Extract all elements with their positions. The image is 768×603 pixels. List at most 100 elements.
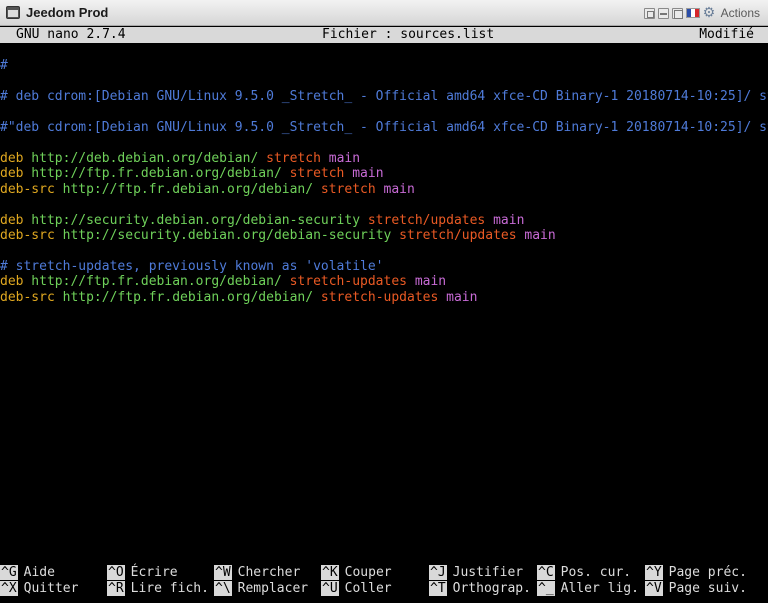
nano-version: GNU nano 2.7.4 <box>16 27 126 42</box>
editor-token-type: deb <box>0 274 24 290</box>
shortcut-label: Pos. cur. <box>560 565 632 580</box>
editor-token-dist: stretch <box>258 150 321 166</box>
editor-area[interactable]: # # deb cdrom:[Debian GNU/Linux 9.5.0 _St… <box>0 58 768 553</box>
shortcut-key: ^O <box>107 565 125 580</box>
shortcut-label: Justifier <box>452 565 524 580</box>
editor-token-type: deb-src <box>0 289 55 305</box>
editor-token-dist: stretch <box>281 166 345 182</box>
modified-status: Modifié <box>699 27 754 42</box>
shortcut-item[interactable]: ^J Justifier <box>429 565 523 581</box>
editor-line[interactable] <box>0 243 768 259</box>
shortcut-item[interactable]: ^X Quitter <box>0 581 78 597</box>
shortcut-key: ^C <box>537 565 555 580</box>
editor-token-url: http://ftp.fr.debian.org/debian/ <box>23 166 282 182</box>
shortcut-label: Chercher <box>237 565 301 580</box>
editor-line[interactable] <box>0 197 768 213</box>
editor-token-url: http://ftp.fr.debian.org/debian/ <box>54 289 314 305</box>
editor-line[interactable] <box>0 104 768 120</box>
shortcut-key: ^J <box>429 565 447 580</box>
shortcut-label: Orthograp. <box>452 581 531 596</box>
shortcut-label: Aide <box>23 565 55 580</box>
editor-line[interactable]: # deb cdrom:[Debian GNU/Linux 9.5.0 _Str… <box>0 89 768 105</box>
editor-token-comment: # stretch-updates, previously known as '… <box>0 258 384 274</box>
editor-token-type: deb <box>0 150 24 166</box>
shortcut-item[interactable]: ^C Pos. cur. <box>537 565 631 581</box>
editor-line[interactable]: deb http://security.debian.org/debian-se… <box>0 213 768 229</box>
editor-token-type: deb-src <box>0 227 55 243</box>
window-titlebar: Jeedom Prod ⚙ Actions <box>0 0 768 26</box>
minimize-icon[interactable] <box>657 7 669 19</box>
shortcut-label: Remplacer <box>237 581 309 596</box>
actions-menu[interactable]: Actions <box>721 6 760 20</box>
editor-token-comp: main <box>320 150 361 166</box>
editor-token-comment: # deb cdrom:[Debian GNU/Linux 9.5.0 _Str… <box>0 88 768 104</box>
shortcut-key: ^G <box>0 565 18 580</box>
editor-token-comp: main <box>516 227 556 243</box>
shortcut-key: ^K <box>321 565 339 580</box>
shortcut-label: Page préc. <box>668 565 747 580</box>
editor-token-dist: stretch <box>313 181 376 197</box>
shortcut-item[interactable]: ^U Coller <box>321 581 392 597</box>
editor-line[interactable]: # <box>0 58 768 74</box>
shortcut-label: Page suiv. <box>668 581 747 596</box>
editor-token-url: http://security.debian.org/debian-securi… <box>54 227 392 243</box>
shortcut-item[interactable]: ^O Écrire <box>107 565 178 581</box>
shortcut-item[interactable]: ^\ Remplacer <box>214 581 308 597</box>
editor-token-comment: #"deb cdrom:[Debian GNU/Linux 9.5.0 _Str… <box>0 119 768 135</box>
restore-icon[interactable] <box>643 7 655 19</box>
nano-header: GNU nano 2.7.4 Fichier : sources.list Mo… <box>0 27 768 43</box>
editor-token-type: deb <box>0 166 24 182</box>
shortcut-item[interactable]: ^K Couper <box>321 565 392 581</box>
shortcut-key: ^V <box>645 581 663 596</box>
shortcut-item[interactable]: ^W Chercher <box>214 565 300 581</box>
editor-token-url: http://deb.debian.org/debian/ <box>23 150 259 166</box>
editor-token-dist: stretch/updates <box>360 212 486 228</box>
shortcut-key: ^_ <box>537 581 555 596</box>
shortcut-item[interactable]: ^Y Page préc. <box>645 565 747 581</box>
shortcut-item[interactable]: ^_ Aller lig. <box>537 581 639 597</box>
shortcut-label: Lire fich. <box>130 581 209 596</box>
shortcut-key: ^Y <box>645 565 663 580</box>
shortcut-key: ^T <box>429 581 447 596</box>
gear-icon[interactable]: ⚙ <box>703 6 717 20</box>
shortcut-key: ^R <box>107 581 125 596</box>
editor-token-comp: main <box>438 289 478 305</box>
file-name: Fichier : sources.list <box>322 27 495 42</box>
editor-token-comp: main <box>407 274 447 290</box>
shortcut-key: ^W <box>214 565 232 580</box>
shortcut-label: Coller <box>344 581 392 596</box>
editor-line[interactable]: deb http://ftp.fr.debian.org/debian/ str… <box>0 166 768 182</box>
flag-icon[interactable] <box>685 8 700 18</box>
editor-line[interactable]: deb-src http://ftp.fr.debian.org/debian/… <box>0 182 768 198</box>
shortcut-item[interactable]: ^T Orthograp. <box>429 581 531 597</box>
terminal-icon <box>6 6 20 19</box>
shortcut-label: Quitter <box>23 581 79 596</box>
shortcut-item[interactable]: ^V Page suiv. <box>645 581 747 597</box>
editor-line[interactable]: # stretch-updates, previously known as '… <box>0 259 768 275</box>
editor-line[interactable]: deb-src http://security.debian.org/debia… <box>0 228 768 244</box>
editor-token-comp: main <box>375 181 415 197</box>
editor-line[interactable] <box>0 135 768 151</box>
shortcut-item[interactable]: ^R Lire fich. <box>107 581 209 597</box>
editor-token-url: http://security.debian.org/debian-securi… <box>23 212 361 228</box>
editor-token-comp: main <box>485 212 525 228</box>
maximize-icon[interactable] <box>671 7 683 19</box>
shortcut-label: Écrire <box>130 565 178 580</box>
editor-token-comment: # <box>0 58 8 73</box>
editor-token-comp: main <box>344 166 384 182</box>
editor-token-url: http://ftp.fr.debian.org/debian/ <box>54 181 314 197</box>
editor-line[interactable]: deb-src http://ftp.fr.debian.org/debian/… <box>0 290 768 306</box>
shortcut-key: ^X <box>0 581 18 596</box>
window-controls: ⚙ Actions <box>643 5 760 21</box>
editor-line[interactable]: #"deb cdrom:[Debian GNU/Linux 9.5.0 _Str… <box>0 120 768 136</box>
editor-token-dist: stretch-updates <box>281 274 407 290</box>
editor-line[interactable]: deb http://ftp.fr.debian.org/debian/ str… <box>0 274 768 290</box>
editor-line[interactable]: deb http://deb.debian.org/debian/ stretc… <box>0 151 768 167</box>
shortcut-key: ^U <box>321 581 339 596</box>
shortcut-item[interactable]: ^G Aide <box>0 565 55 581</box>
window-title: Jeedom Prod <box>26 5 109 20</box>
editor-token-dist: stretch/updates <box>391 227 517 243</box>
editor-line[interactable] <box>0 73 768 89</box>
editor-token-dist: stretch-updates <box>313 289 439 305</box>
editor-token-type: deb-src <box>0 181 55 197</box>
